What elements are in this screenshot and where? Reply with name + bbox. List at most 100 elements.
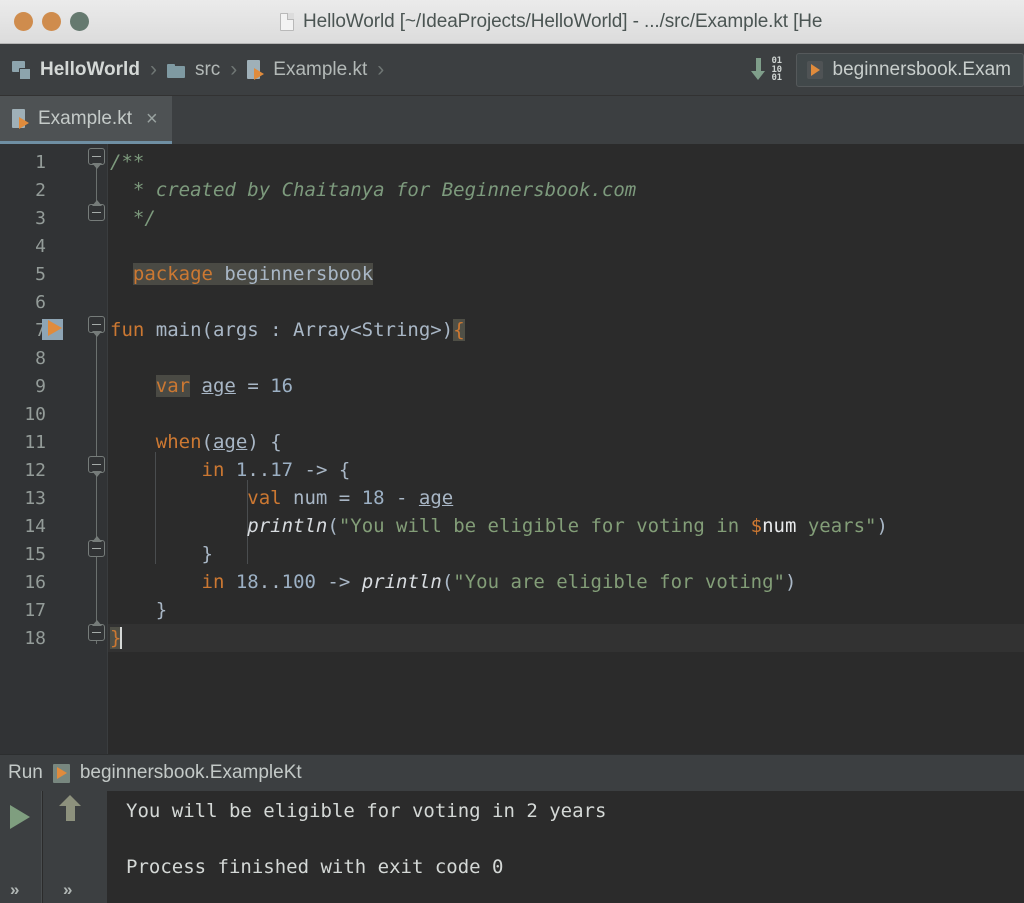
run-tool-window-body: » » You will be eligible for voting in 2… xyxy=(0,791,1024,903)
breadcrumb-separator-1: › xyxy=(149,57,157,81)
code-line-14[interactable]: println("You will be eligible for voting… xyxy=(108,512,1024,540)
code-token: $ xyxy=(750,515,763,537)
code-line-1[interactable]: /** xyxy=(108,148,1024,176)
run-tool-window: Run beginnersbook.ExampleKt » » You will… xyxy=(0,754,1024,903)
fold-marker-line-3[interactable] xyxy=(88,200,105,221)
expand-left-chevron-icon[interactable]: » xyxy=(10,880,19,900)
code-token: * created by Chaitanya for Beginnersbook… xyxy=(110,179,637,201)
line-number: 5 xyxy=(35,263,46,285)
code-line-4[interactable] xyxy=(108,232,1024,260)
code-token xyxy=(212,263,225,285)
code-token: 17 xyxy=(270,459,294,481)
fold-marker-line-18[interactable] xyxy=(88,620,105,641)
line-number: 8 xyxy=(35,347,46,369)
console-line: You will be eligible for voting in 2 yea… xyxy=(126,800,607,822)
code-token: ( xyxy=(441,571,454,593)
breadcrumb: HelloWorld › src › Example.kt › xyxy=(12,58,394,82)
breadcrumb-item-file[interactable]: Example.kt xyxy=(247,59,367,81)
code-token: num xyxy=(762,515,797,537)
code-token: age xyxy=(201,375,236,397)
code-line-16[interactable]: in 18.. 100 -> println("You are eligible … xyxy=(108,568,1024,596)
play-icon[interactable] xyxy=(10,805,30,829)
code-line-18[interactable]: } xyxy=(108,624,1024,652)
code-line-12[interactable]: in 1.. 17 -> { xyxy=(108,456,1024,484)
code-line-13[interactable]: val num = 18 - age xyxy=(108,484,1024,512)
code-token: { xyxy=(453,319,465,341)
code-token: var xyxy=(155,375,191,397)
code-line-2[interactable]: * created by Chaitanya for Beginnersbook… xyxy=(108,176,1024,204)
tab-label: Example.kt xyxy=(38,107,132,129)
console-output[interactable]: You will be eligible for voting in 2 yea… xyxy=(108,791,1024,903)
code-token: .. xyxy=(258,571,282,593)
window-titlebar: HelloWorld [~/IdeaProjects/HelloWorld] -… xyxy=(0,0,1024,44)
window-title-wrap: HelloWorld [~/IdeaProjects/HelloWorld] -… xyxy=(0,0,1024,44)
code-token: ( xyxy=(201,431,213,453)
code-token: 100 xyxy=(281,571,316,593)
breadcrumb-item-src[interactable]: src xyxy=(166,58,221,81)
line-number: 1 xyxy=(35,151,46,173)
code-token: (args : Array<String>) xyxy=(201,319,454,341)
code-line-10[interactable] xyxy=(108,400,1024,428)
close-window-button[interactable] xyxy=(14,12,33,31)
code-token: = xyxy=(235,375,271,397)
breadcrumb-label-src: src xyxy=(194,58,221,80)
code-line-7[interactable]: fun main (args : Array<String>){ xyxy=(108,316,1024,344)
code-line-11[interactable]: when(age) { xyxy=(108,428,1024,456)
fold-marker-line-1[interactable] xyxy=(88,148,105,169)
run-configuration-label: beginnersbook.Exam xyxy=(832,59,1012,80)
fold-marker-line-15[interactable] xyxy=(88,536,105,557)
rerun-up-arrow-icon[interactable] xyxy=(59,795,81,821)
code-token: - xyxy=(384,487,419,509)
line-number: 16 xyxy=(24,571,46,593)
code-line-8[interactable] xyxy=(108,344,1024,372)
code-token: } xyxy=(110,599,168,621)
code-token: fun xyxy=(110,319,156,341)
code-token: ) { xyxy=(247,431,282,453)
editor-tab-bar: Example.kt × xyxy=(0,96,1024,144)
breadcrumb-item-project[interactable]: HelloWorld xyxy=(12,59,140,81)
code-editor[interactable]: 1 2 3 4 5 6 7 8 9 10 11 12 13 14 15 16 17 18 /** * create… xyxy=(0,144,1024,754)
code-line-3[interactable]: */ xyxy=(108,204,1024,232)
gutter-run-kotlin-icon[interactable] xyxy=(42,319,64,341)
run-tool-window-label: Run xyxy=(8,762,43,783)
code-line-17[interactable]: } xyxy=(108,596,1024,624)
download-sources-icon[interactable]: 01 10 01 xyxy=(750,57,794,83)
code-line-5[interactable]: package beginnersbook xyxy=(108,260,1024,288)
code-line-9[interactable]: var age = 16 xyxy=(108,372,1024,400)
code-token: ) xyxy=(785,571,797,593)
line-number: 4 xyxy=(35,235,46,257)
run-toolbar-right: » xyxy=(43,791,107,903)
breadcrumb-separator-2: › xyxy=(230,57,238,81)
code-token: main xyxy=(155,319,202,341)
run-toolbar-left: » xyxy=(0,791,42,903)
download-arrow-glyph xyxy=(750,58,765,80)
minimize-window-button[interactable] xyxy=(42,12,61,31)
code-folding-column[interactable] xyxy=(86,144,108,754)
intellij-idea-window: HelloWorld [~/IdeaProjects/HelloWorld] -… xyxy=(0,0,1024,903)
code-line-15[interactable]: } xyxy=(108,540,1024,568)
fold-marker-line-7[interactable] xyxy=(88,316,105,337)
close-icon[interactable]: × xyxy=(146,109,158,129)
console-line: Process finished with exit code 0 xyxy=(126,856,504,878)
fold-marker-line-12[interactable] xyxy=(88,456,105,477)
line-number: 9 xyxy=(35,375,46,397)
expand-right-chevron-icon[interactable]: » xyxy=(63,880,72,900)
code-token: num = xyxy=(281,487,362,509)
code-content[interactable]: /** * created by Chaitanya for Beginners… xyxy=(108,144,1024,754)
breadcrumb-separator-3: › xyxy=(377,57,385,81)
tab-example-kt[interactable]: Example.kt × xyxy=(0,96,172,144)
run-configuration-selector[interactable]: beginnersbook.Exam xyxy=(795,53,1024,87)
code-token: age xyxy=(212,431,248,453)
code-token: ) xyxy=(876,515,888,537)
code-token: in xyxy=(201,571,225,593)
text-caret xyxy=(120,627,123,649)
code-token: -> { xyxy=(293,459,351,481)
maximize-window-button[interactable] xyxy=(70,12,89,31)
code-token: val xyxy=(247,487,282,509)
code-token: ( xyxy=(327,515,339,537)
code-line-6[interactable] xyxy=(108,288,1024,316)
kotlin-run-icon xyxy=(52,763,71,783)
